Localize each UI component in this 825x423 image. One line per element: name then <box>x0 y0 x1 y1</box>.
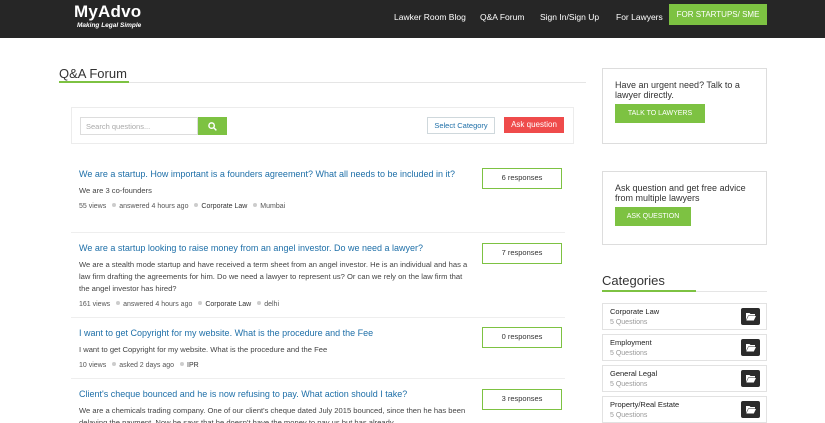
category-item-corporate-law[interactable]: Corporate Law 5 Questions <box>602 303 767 330</box>
category-name: General Legal <box>610 369 658 378</box>
question-body: We are 3 co-founders <box>79 185 152 195</box>
activity-time: asked 2 days ago <box>119 361 175 369</box>
separator-dot <box>116 300 121 305</box>
search-button[interactable] <box>198 117 227 135</box>
ask-question-button[interactable]: Ask question <box>504 117 564 133</box>
search-icon <box>208 122 217 131</box>
top-navbar: MyAdvo Making Legal Simple Lawker Room B… <box>0 0 825 38</box>
separator-dot <box>198 300 203 305</box>
title-accent-line <box>59 81 129 83</box>
categories-accent-line <box>602 290 696 292</box>
question-title[interactable]: We are a startup looking to raise money … <box>79 242 474 255</box>
folder-open-icon[interactable] <box>741 308 760 325</box>
question-divider <box>71 317 565 318</box>
sidebar-ask-question-button[interactable]: ASK QUESTION <box>615 207 691 226</box>
category-name: Corporate Law <box>610 307 660 316</box>
category-count: 5 Questions <box>610 412 648 419</box>
question-body: I want to get Copyright for my website. … <box>79 344 328 354</box>
question-item: We are a startup looking to raise money … <box>79 242 474 310</box>
question-category[interactable]: Corporate Law <box>201 203 247 210</box>
responses-button[interactable]: 3 responses <box>482 389 562 410</box>
separator-dot <box>112 202 117 207</box>
category-name: Employment <box>610 338 652 347</box>
page-title: Q&A Forum <box>59 66 127 81</box>
responses-button[interactable]: 0 responses <box>482 327 562 348</box>
separator-dot <box>257 300 262 305</box>
for-startups-button[interactable]: FOR STARTUPS/ SME <box>669 4 767 25</box>
nav-for-lawyers[interactable]: For Lawyers <box>616 11 663 23</box>
activity-time: answered 4 hours ago <box>119 202 189 210</box>
question-divider <box>71 232 565 233</box>
question-divider <box>71 378 565 379</box>
separator-dot <box>112 361 117 366</box>
question-title[interactable]: Client's cheque bounced and he is now re… <box>79 388 474 401</box>
question-item: We are a startup. How important is a fou… <box>79 168 474 212</box>
nav-qa-forum[interactable]: Q&A Forum <box>480 11 524 23</box>
separator-dot <box>253 202 258 207</box>
talk-to-lawyer-text: Have an urgent need? Talk to a lawyer di… <box>615 80 740 100</box>
nav-lawker-room-blog[interactable]: Lawker Room Blog <box>394 11 466 23</box>
question-meta: 161 views answered 4 hours ago Corporate… <box>79 300 474 310</box>
question-body: We are a chemicals trading company. One … <box>79 405 466 423</box>
folder-open-icon[interactable] <box>741 370 760 387</box>
view-count: 55 views <box>79 202 107 210</box>
category-count: 5 Questions <box>610 319 648 326</box>
question-category[interactable]: Corporate Law <box>205 301 251 308</box>
responses-button[interactable]: 7 responses <box>482 243 562 264</box>
category-count: 5 Questions <box>610 381 648 388</box>
question-body: We are a stealth mode startup and have r… <box>79 259 468 293</box>
question-location: delhi <box>264 300 279 308</box>
talk-to-lawyers-button[interactable]: TALK TO LAWYERS <box>615 104 705 123</box>
folder-open-icon[interactable] <box>741 401 760 418</box>
category-name: Property/Real Estate <box>610 400 680 409</box>
activity-time: answered 4 hours ago <box>123 300 193 308</box>
category-count: 5 Questions <box>610 350 648 357</box>
question-meta: 55 views answered 4 hours ago Corporate … <box>79 202 474 212</box>
responses-button[interactable]: 6 responses <box>482 168 562 189</box>
logo-tagline: Making Legal Simple <box>77 22 142 29</box>
search-input[interactable] <box>80 117 198 135</box>
select-category-dropdown[interactable]: Select Category <box>427 117 495 134</box>
category-item-general-legal[interactable]: General Legal 5 Questions <box>602 365 767 392</box>
separator-dot <box>194 202 199 207</box>
title-divider <box>59 82 586 83</box>
question-location: Mumbai <box>260 202 286 210</box>
category-item-employment[interactable]: Employment 5 Questions <box>602 334 767 361</box>
view-count: 10 views <box>79 361 107 369</box>
logo[interactable]: MyAdvo Making Legal Simple <box>74 3 141 30</box>
question-category[interactable]: IPR <box>187 362 199 369</box>
question-meta: 10 views asked 2 days ago IPR <box>79 361 474 371</box>
logo-brand: MyAdvo <box>74 2 142 21</box>
category-item-property-real-estate[interactable]: Property/Real Estate 5 Questions <box>602 396 767 423</box>
folder-open-icon[interactable] <box>741 339 760 356</box>
view-count: 161 views <box>79 300 111 308</box>
categories-title: Categories <box>602 273 665 288</box>
question-item: I want to get Copyright for my website. … <box>79 327 474 371</box>
talk-to-lawyer-card: Have an urgent need? Talk to a lawyer di… <box>602 68 767 144</box>
question-item: Client's cheque bounced and he is now re… <box>79 388 474 423</box>
question-title[interactable]: We are a startup. How important is a fou… <box>79 168 474 181</box>
ask-question-text: Ask question and get free advice from mu… <box>615 183 746 203</box>
separator-dot <box>180 361 185 366</box>
question-title[interactable]: I want to get Copyright for my website. … <box>79 327 474 340</box>
ask-question-card: Ask question and get free advice from mu… <box>602 171 767 245</box>
nav-sign-in[interactable]: Sign In/Sign Up <box>540 11 599 23</box>
